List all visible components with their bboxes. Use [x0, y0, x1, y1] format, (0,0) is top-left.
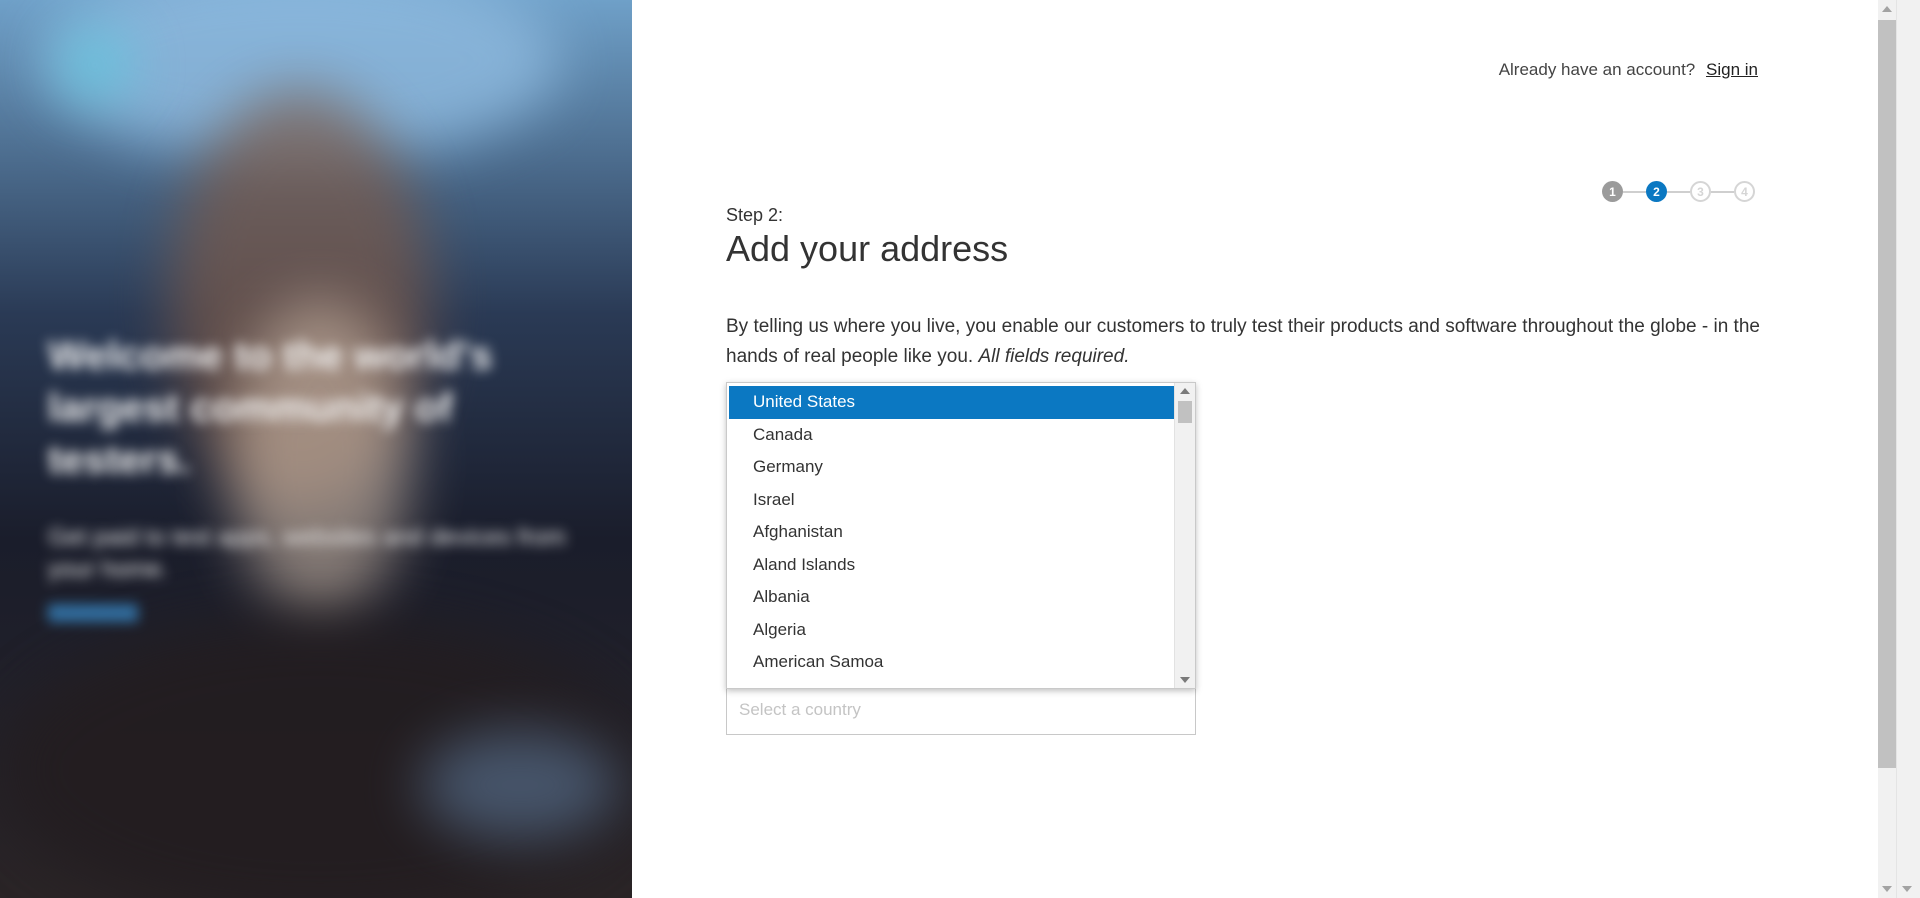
- country-option[interactable]: Albania: [729, 581, 1175, 614]
- page-title: Add your address: [726, 228, 1009, 269]
- country-input[interactable]: [726, 685, 1196, 735]
- page-scroll-thumb[interactable]: [1878, 20, 1896, 768]
- intro-body: By telling us where you live, you enable…: [726, 316, 1760, 367]
- step-label: Step 2:: [726, 205, 784, 225]
- step-1-indicator: 1: [1602, 181, 1623, 202]
- scroll-down-icon[interactable]: [1180, 677, 1190, 683]
- step-3-indicator: 3: [1690, 181, 1711, 202]
- page-scroll-up-icon[interactable]: [1882, 6, 1892, 12]
- hero-logo-icon: [60, 30, 130, 100]
- step-2-indicator: 2: [1646, 181, 1667, 202]
- signin-link[interactable]: Sign in: [1706, 60, 1758, 79]
- hero-learn-more-link[interactable]: [48, 604, 138, 622]
- dropdown-scroll-thumb[interactable]: [1178, 401, 1192, 423]
- country-option[interactable]: Aland Islands: [729, 549, 1175, 582]
- page-scroll-down-secondary-icon[interactable]: [1902, 886, 1912, 892]
- step-4-indicator: 4: [1734, 181, 1755, 202]
- country-dropdown[interactable]: United States Canada Germany Israel Afgh…: [726, 382, 1196, 689]
- hero-subtitle: Get paid to test apps, websites and devi…: [48, 524, 566, 583]
- country-option-selected[interactable]: United States: [729, 386, 1175, 419]
- step-connector: [1711, 190, 1734, 193]
- country-option[interactable]: Canada: [729, 419, 1175, 452]
- step-connector: [1667, 190, 1690, 193]
- country-option[interactable]: Israel: [729, 484, 1175, 517]
- country-option-list: United States Canada Germany Israel Afgh…: [727, 383, 1175, 689]
- page-scroll-down-icon[interactable]: [1882, 886, 1892, 892]
- country-option[interactable]: Germany: [729, 451, 1175, 484]
- scrollbar-divider: [1896, 0, 1897, 898]
- step-connector: [1623, 190, 1646, 193]
- hero-title: Welcome to the world's largest community…: [48, 334, 493, 482]
- intro-text: By telling us where you live, you enable…: [726, 312, 1761, 372]
- country-option[interactable]: Afghanistan: [729, 516, 1175, 549]
- progress-stepper: 1 2 3 4: [1602, 181, 1755, 202]
- country-option[interactable]: American Samoa: [729, 646, 1175, 679]
- page-scrollbar[interactable]: [1878, 0, 1920, 898]
- dropdown-scrollbar[interactable]: [1174, 383, 1195, 688]
- country-option[interactable]: Andorra: [729, 679, 1175, 689]
- account-prompt: Already have an account?: [1498, 60, 1696, 79]
- country-option[interactable]: Algeria: [729, 614, 1175, 647]
- signin-row: Already have an account? Sign in: [1499, 60, 1758, 80]
- hero-panel: Welcome to the world's largest community…: [0, 0, 632, 898]
- hero-background-accent: [420, 730, 620, 840]
- scroll-up-icon[interactable]: [1180, 388, 1190, 394]
- intro-required-note: All fields required.: [978, 346, 1130, 367]
